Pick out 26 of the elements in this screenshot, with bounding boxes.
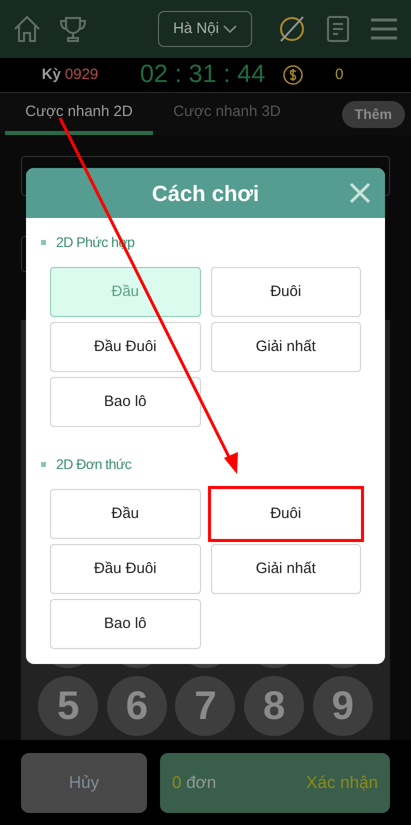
countdown-timer: 02 : 31 : 44	[140, 59, 266, 90]
play-option[interactable]: Đầu Đuôi	[50, 322, 200, 372]
no-coin-icon[interactable]	[278, 15, 306, 43]
city-select[interactable]: Hà Nội	[158, 11, 252, 47]
play-option[interactable]: Đầu	[50, 489, 200, 539]
close-icon[interactable]	[349, 182, 371, 204]
balance-value: 0	[335, 64, 344, 85]
period-number: 0929	[64, 64, 98, 85]
bullet-icon	[41, 240, 46, 245]
menu-icon[interactable]	[370, 17, 398, 41]
dialog-title: Cách chơi	[152, 180, 260, 208]
coin-icon	[283, 65, 304, 85]
home-icon[interactable]	[12, 14, 42, 44]
play-option[interactable]: Giải nhất	[210, 322, 361, 372]
trophy-icon[interactable]	[58, 14, 88, 44]
play-option[interactable]: Giải nhất	[210, 544, 361, 594]
bullet-icon	[41, 462, 46, 467]
chevron-down-icon	[222, 24, 237, 34]
document-icon[interactable]	[326, 15, 350, 43]
order-count: 0 đơn	[172, 772, 216, 794]
play-option[interactable]: Bao lô	[50, 377, 200, 427]
play-option[interactable]: Đuôi	[210, 267, 361, 317]
play-option[interactable]: Đầu Đuôi	[50, 544, 200, 594]
play-option[interactable]: Bao lô	[50, 599, 200, 649]
period-label: Kỳ	[42, 64, 61, 85]
section-title: 2D Đơn thức	[56, 455, 132, 474]
